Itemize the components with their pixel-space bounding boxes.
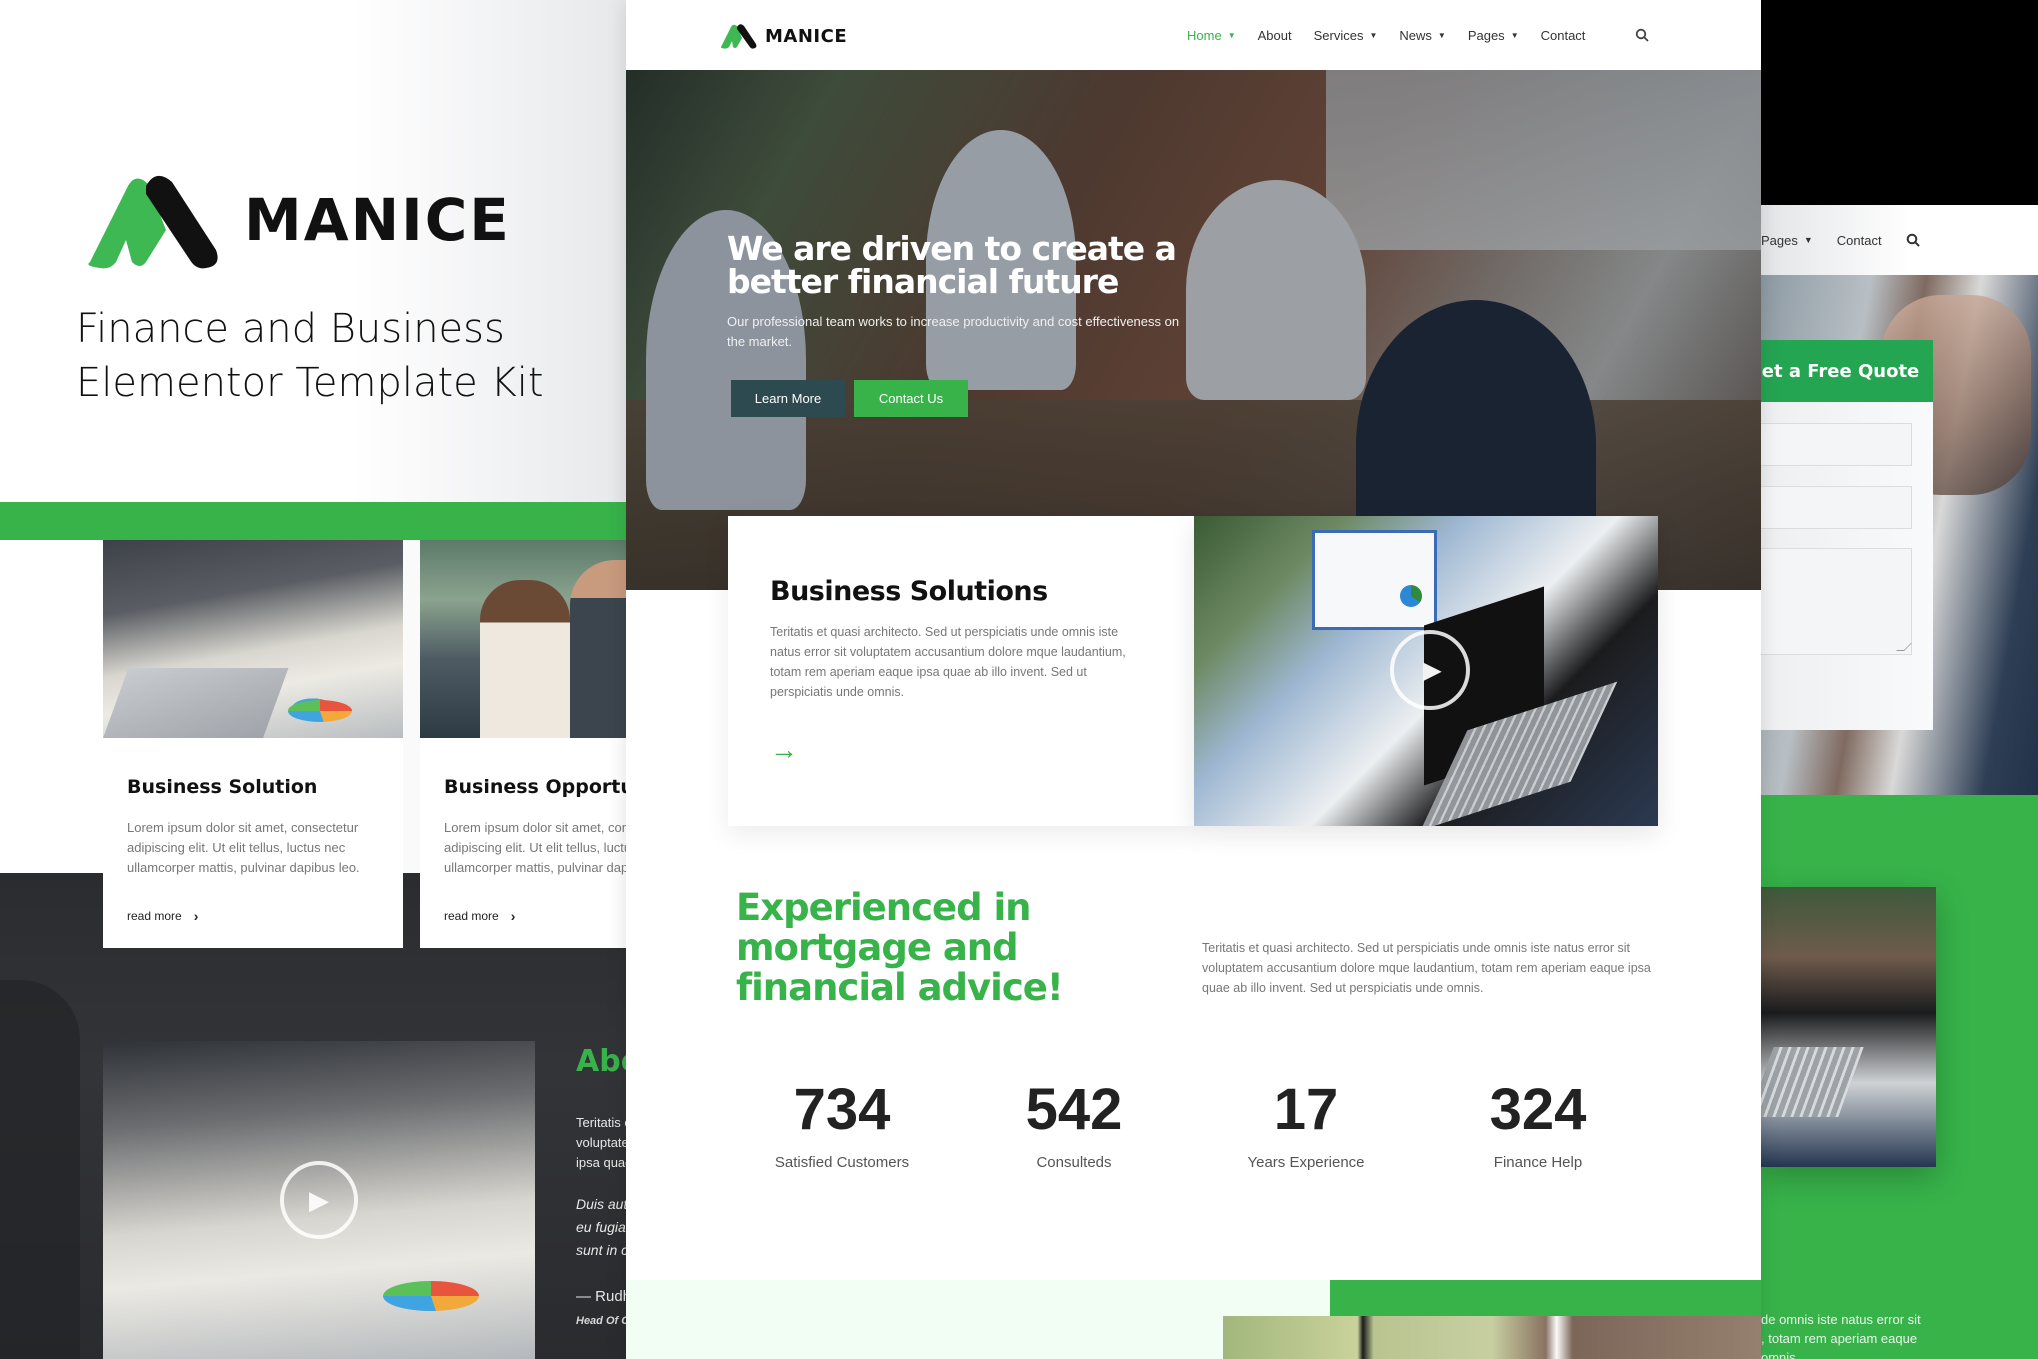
read-more-link[interactable]: read more › <box>444 908 515 924</box>
business-solutions-text: Teritatis et quasi architecto. Sed ut pe… <box>770 625 1126 699</box>
chevron-down-icon: ▼ <box>1369 30 1378 40</box>
nav-item-label: News <box>1399 27 1432 43</box>
nav-item-label: Home <box>1187 27 1222 43</box>
chevron-down-icon: ▼ <box>1437 30 1446 40</box>
nav-item-label: Contact <box>1540 27 1586 43</box>
stat-item: 734 Satisfied Customers <box>726 1077 958 1172</box>
stat-value: 17 <box>1273 1077 1339 1142</box>
experience-title: Experienced in mortgage and financial ad… <box>736 886 1064 1009</box>
learn-more-button[interactable]: Learn More <box>731 380 845 417</box>
nav-item-contact[interactable]: Contact <box>1541 28 1586 43</box>
read-more-label: read more <box>127 909 182 923</box>
business-solutions-card: Business Solutions Teritatis et quasi ar… <box>728 516 1194 826</box>
hero-title: We are driven to create a better financi… <box>727 232 1247 298</box>
nav-item-pages[interactable]: Pages ▼ <box>1761 233 1813 248</box>
black-bar <box>1761 0 2038 205</box>
right-text-line: , totam rem aperiam eaque <box>1761 1331 1918 1346</box>
chevron-down-icon: ▼ <box>1227 30 1236 40</box>
right-text: de omnis iste natus error sit , totam re… <box>1761 1310 1921 1359</box>
right-photo <box>1761 887 1936 1167</box>
manice-logo-icon <box>720 24 757 49</box>
chevron-right-icon: › <box>193 908 199 924</box>
left-preview-panel: MANICE Finance and Business Elementor Te… <box>0 0 640 1359</box>
play-icon[interactable]: ▶ <box>1390 630 1470 710</box>
right-text-line: de omnis iste natus error sit <box>1761 1312 1921 1327</box>
nav-item-services[interactable]: Services ▼ <box>1314 28 1378 43</box>
right-text-line: omnis. <box>1761 1350 1800 1359</box>
stat-label: Years Experience <box>1247 1154 1365 1171</box>
nav-logo[interactable]: MANICE <box>719 23 847 49</box>
green-band <box>0 502 640 540</box>
arrow-right-icon[interactable]: → <box>770 734 798 766</box>
hero-title-line: better financial future <box>727 262 1119 301</box>
nav-brand-name: MANICE <box>765 25 848 47</box>
contact-us-button[interactable]: Contact Us <box>854 380 968 417</box>
card-title: Business Solution <box>127 776 318 798</box>
stat-value: 324 <box>1489 1077 1587 1142</box>
hero-section: We are driven to create a better financi… <box>626 70 1761 590</box>
promo-brand: MANICE <box>76 170 511 270</box>
read-more-label: read more <box>444 909 499 923</box>
nav-item-label: Pages <box>1761 232 1798 248</box>
nav-menu: Home ▼ About Services ▼ News ▼ Pages ▼ C… <box>1187 0 1607 70</box>
kit-title: Finance and Business Elementor Template … <box>76 306 544 406</box>
stat-item: 17 Years Experience <box>1190 1077 1422 1172</box>
service-card: Business Solution Lorem ipsum dolor sit … <box>103 540 403 948</box>
stats-row: 734 Satisfied Customers 542 Consulteds 1… <box>726 1077 1656 1172</box>
stat-value: 542 <box>1025 1077 1123 1142</box>
email-field[interactable] <box>1761 486 1912 529</box>
quote-form: Get a Free Quote <box>1761 340 1933 730</box>
name-field[interactable] <box>1761 423 1912 466</box>
quote-form-title: Get a Free Quote <box>1761 360 1920 382</box>
right-preview-panel: Pages ▼ Contact Get a Free Quote de omni… <box>1761 0 2038 1359</box>
business-solutions-title: Business Solutions <box>770 576 1048 607</box>
chevron-right-icon: › <box>510 908 516 924</box>
manice-logo-icon <box>88 175 218 269</box>
stat-value: 734 <box>793 1077 891 1142</box>
service-card: Business Opportunity Lorem ipsum dolor s… <box>420 540 640 948</box>
hero-content: We are driven to create a better financi… <box>727 232 1247 417</box>
quote-form-header: Get a Free Quote <box>1761 340 1933 402</box>
stat-item: 324 Finance Help <box>1422 1077 1654 1172</box>
about-video[interactable]: ▶ <box>103 1041 535 1359</box>
card-text: Lorem ipsum dolor sit amet, consectetur … <box>127 820 360 875</box>
nav-item-about[interactable]: About <box>1258 28 1292 43</box>
search-icon[interactable] <box>1906 233 1920 247</box>
bottom-photo <box>1223 1316 1761 1359</box>
nav-item-news[interactable]: News ▼ <box>1399 28 1445 43</box>
experience-text: Teritatis et quasi architecto. Sed ut pe… <box>1202 941 1651 995</box>
chevron-down-icon: ▼ <box>1803 235 1813 245</box>
stat-item: 542 Consulteds <box>958 1077 1190 1172</box>
card-text: Lorem ipsum dolor sit amet, consectetur … <box>444 820 640 875</box>
stat-label: Satisfied Customers <box>774 1154 910 1171</box>
nav-item-contact[interactable]: Contact <box>1837 233 1882 248</box>
search-icon[interactable] <box>1635 28 1649 42</box>
bottom-green-block <box>1330 1280 1761 1316</box>
hero-title-line: We are driven to create a <box>727 229 1177 268</box>
nav-item-home[interactable]: Home ▼ <box>1187 28 1236 43</box>
hero-subtitle: Our professional team works to increase … <box>727 314 1180 349</box>
dark-shape <box>0 980 80 1359</box>
business-video[interactable]: ▶ <box>1194 516 1658 826</box>
nav-item-label: About <box>1257 27 1292 43</box>
stat-label: Consulteds <box>1036 1154 1112 1171</box>
right-nav: Pages ▼ Contact <box>1761 205 2038 275</box>
nav-item-label: Services <box>1313 27 1364 43</box>
chevron-down-icon: ▼ <box>1510 30 1519 40</box>
message-field[interactable] <box>1761 548 1912 655</box>
card-image <box>103 540 403 738</box>
promo-brand-name: MANICE <box>244 186 511 254</box>
stat-label: Finance Help <box>1493 1154 1583 1171</box>
nav-item-pages[interactable]: Pages ▼ <box>1468 28 1519 43</box>
card-title: Business Opportunity <box>444 776 640 798</box>
read-more-link[interactable]: read more › <box>127 908 198 924</box>
main-preview-panel: MANICE Home ▼ About Services ▼ News ▼ Pa… <box>626 0 1761 1359</box>
play-icon[interactable]: ▶ <box>280 1161 358 1239</box>
card-image <box>420 540 640 738</box>
top-nav: MANICE Home ▼ About Services ▼ News ▼ Pa… <box>626 0 1761 70</box>
nav-item-label: Pages <box>1467 27 1505 43</box>
